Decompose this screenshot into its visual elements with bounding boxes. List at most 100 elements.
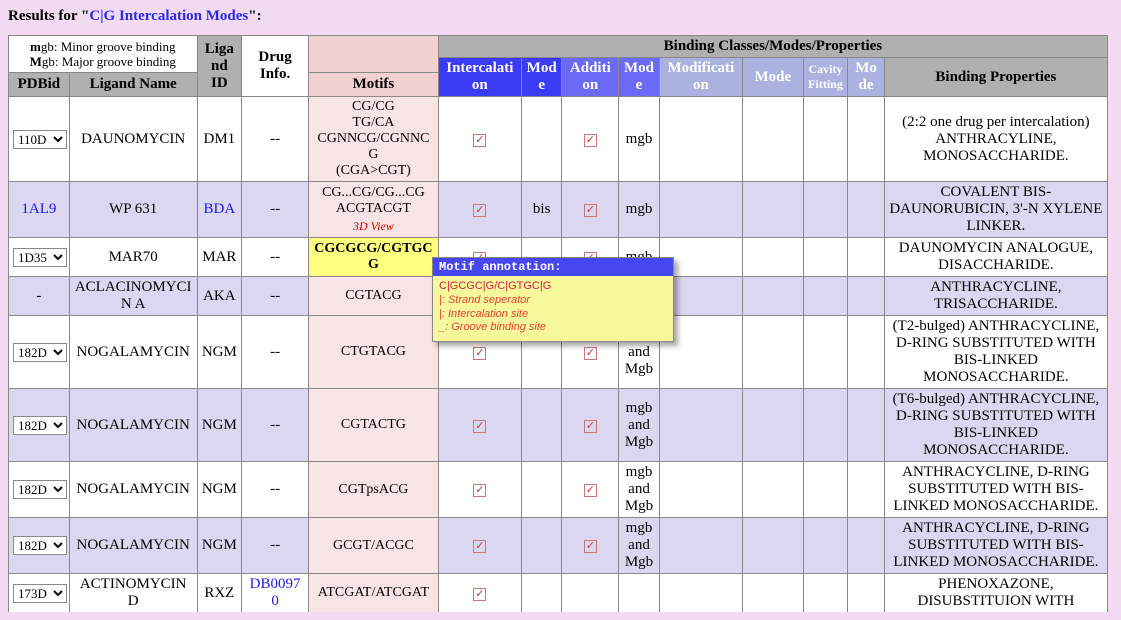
props-cell: ANTHRACYCLINE, D-RING SUBSTITUTED WITH B… [884, 518, 1107, 574]
cavity-mode-cell [848, 182, 884, 238]
intercalation-cell: ✓ [438, 518, 521, 574]
intercalation-cell: ✓ [438, 462, 521, 518]
ligand-id-cell: NGM [197, 389, 242, 462]
props-cell: (2:2 one drug per intercalation) ANTHRAC… [884, 97, 1107, 182]
results-query: C|G Intercalation Modes [89, 8, 248, 24]
col-motifs: Motifs [309, 73, 439, 97]
motif-cell[interactable]: CG...CG/CG...CGACGTACGT3D View [309, 182, 439, 238]
pdbid-select[interactable]: 173D [13, 584, 67, 603]
addition-cell [562, 574, 619, 613]
addition-cell: ✓ [562, 518, 619, 574]
intercalation-cell: ✓ [438, 182, 521, 238]
drug-info-cell: -- [242, 238, 309, 277]
check-icon: ✓ [473, 588, 486, 601]
ligand-name-cell: ACLACINOMYCIN A [69, 277, 197, 316]
view3d-link[interactable]: 3D View [313, 219, 434, 234]
intercalation-mode-cell: bis [521, 182, 562, 238]
intercalation-mode-cell [521, 389, 562, 462]
cavity-cell [803, 277, 848, 316]
pdbid-select[interactable]: 1D35 [13, 248, 67, 267]
addition-mode-cell: mgbandMgb [619, 518, 660, 574]
drug-info-cell: -- [242, 462, 309, 518]
ligand-id-cell: RXZ [197, 574, 242, 613]
addition-cell: ✓ [562, 182, 619, 238]
cavity-mode-cell [848, 462, 884, 518]
results-label: Results for " [8, 8, 89, 24]
modification-mode-cell [742, 462, 803, 518]
addition-mode-cell [619, 574, 660, 613]
ligand-id-cell: DM1 [197, 97, 242, 182]
col-ligand-name: Ligand Name [69, 73, 197, 97]
table-row: 182DNOGALAMYCINNGM--GCGT/ACGC✓✓mgbandMgb… [9, 518, 1108, 574]
modification-mode-cell [742, 238, 803, 277]
col-mode2: Mode [619, 58, 660, 97]
modification-mode-cell [742, 389, 803, 462]
ligand-id-cell: BDA [197, 182, 242, 238]
tooltip-body: C|GCGC|G/C|GTGC|G |: Strand seperator |:… [433, 276, 673, 341]
pdbid-select[interactable]: 182D [13, 480, 67, 499]
col-mode3: Mode [742, 58, 803, 97]
cavity-mode-cell [848, 277, 884, 316]
motif-cell[interactable]: CTGTACG [309, 316, 439, 389]
motif-cell[interactable]: CG/CGTG/CACGNNCG/CGNNCG(CGA>CGT) [309, 97, 439, 182]
check-icon: ✓ [584, 540, 597, 553]
check-icon: ✓ [473, 420, 486, 433]
props-cell: ANTHRACYCLINE, TRISACCHARIDE. [884, 277, 1107, 316]
ligand-name-cell: WP 631 [69, 182, 197, 238]
motif-cell[interactable]: CGCGCG/CGTGCG [309, 238, 439, 277]
table-row: 1AL9WP 631BDA--CG...CG/CG...CGACGTACGT3D… [9, 182, 1108, 238]
pdbid-select[interactable]: 110D [13, 130, 67, 149]
cavity-mode-cell [848, 97, 884, 182]
ligand-id-cell: NGM [197, 462, 242, 518]
motif-cell[interactable]: CGTACTG [309, 389, 439, 462]
cavity-cell [803, 518, 848, 574]
pdbid-select[interactable]: 182D [13, 343, 67, 362]
props-cell: PHENOXAZONE, DISUBSTITUION WITH [884, 574, 1107, 613]
cavity-mode-cell [848, 574, 884, 613]
check-icon: ✓ [473, 204, 486, 217]
results-suffix: ": [248, 8, 261, 24]
motif-tooltip: Motif annotation: C|GCGC|G/C|GTGC|G |: S… [432, 257, 674, 342]
addition-cell: ✓ [562, 462, 619, 518]
pdbid-select[interactable]: 182D [13, 416, 67, 435]
motif-cell[interactable]: GCGT/ACGC [309, 518, 439, 574]
intercalation-cell: ✓ [438, 389, 521, 462]
ligand-id-cell: AKA [197, 277, 242, 316]
check-icon: ✓ [473, 484, 486, 497]
pdbid-select[interactable]: 182D [13, 536, 67, 555]
ligand-name-cell: MAR70 [69, 238, 197, 277]
check-icon: ✓ [584, 484, 597, 497]
check-icon: ✓ [584, 420, 597, 433]
col-intercalation: Intercalation [438, 58, 521, 97]
drug-info-cell: -- [242, 518, 309, 574]
props-cell: (T6-bulged) ANTHRACYCLINE, D-RING SUBSTI… [884, 389, 1107, 462]
col-cavity: Cavity Fitting [803, 58, 848, 97]
intercalation-cell: ✓ [438, 97, 521, 182]
motif-cell[interactable]: CGTACG [309, 277, 439, 316]
pdbid-link[interactable]: 1AL9 [21, 201, 56, 217]
modification-mode-cell [742, 574, 803, 613]
check-icon: ✓ [473, 540, 486, 553]
addition-mode-cell: mgbandMgb [619, 462, 660, 518]
props-cell: ANTHRACYCLINE, D-RING SUBSTITUTED WITH B… [884, 462, 1107, 518]
table-row: 173DACTINOMYCIN DRXZDB00970ATCGAT/ATCGAT… [9, 574, 1108, 613]
intercalation-mode-cell [521, 462, 562, 518]
ligand-id-cell: NGM [197, 518, 242, 574]
modification-mode-cell [742, 97, 803, 182]
drug-info-cell: -- [242, 97, 309, 182]
results-header: Results for "C|G Intercalation Modes": [8, 8, 1113, 25]
cavity-cell [803, 316, 848, 389]
intercalation-mode-cell [521, 97, 562, 182]
pdbid-cell: 1D35 [9, 238, 70, 277]
table-row: 182DNOGALAMYCINNGM--CGTpsACG✓✓mgbandMgbA… [9, 462, 1108, 518]
addition-cell: ✓ [562, 389, 619, 462]
drug-info-link[interactable]: DB00970 [250, 576, 301, 609]
col-mode1: Mode [521, 58, 562, 97]
drug-info-cell: DB00970 [242, 574, 309, 613]
motif-cell[interactable]: CGTpsACG [309, 462, 439, 518]
ligand-id-link[interactable]: BDA [203, 201, 235, 217]
ligand-name-cell: ACTINOMYCIN D [69, 574, 197, 613]
motif-cell[interactable]: ATCGAT/ATCGAT [309, 574, 439, 613]
addition-mode-cell: mgb [619, 182, 660, 238]
modification-mode-cell [742, 277, 803, 316]
